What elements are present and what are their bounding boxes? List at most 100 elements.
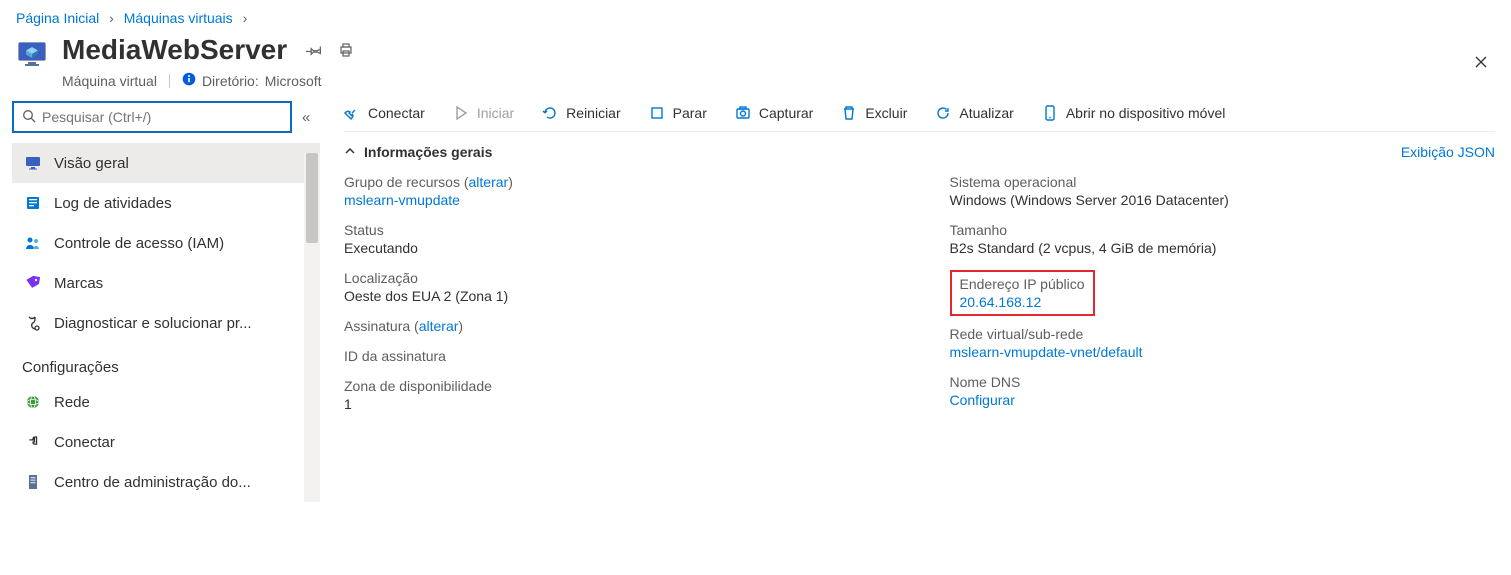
divider bbox=[344, 131, 1495, 132]
resource-group-link[interactable]: mslearn-vmupdate bbox=[344, 192, 460, 208]
capture-button[interactable]: Capturar bbox=[735, 105, 813, 121]
search-input[interactable] bbox=[42, 109, 282, 125]
separator bbox=[169, 74, 170, 88]
search-icon bbox=[22, 109, 36, 126]
sidebar-item-admin-center[interactable]: Centro de administração do... bbox=[12, 462, 320, 502]
close-icon[interactable] bbox=[1467, 48, 1495, 76]
sidebar-item-iam[interactable]: Controle de acesso (IAM) bbox=[12, 223, 320, 263]
delete-icon bbox=[841, 105, 857, 121]
public-ip-link[interactable]: 20.64.168.12 bbox=[960, 294, 1085, 310]
field-label: ID da assinatura bbox=[344, 348, 890, 364]
connect-icon bbox=[22, 434, 44, 450]
os-value: Windows (Windows Server 2016 Datacenter) bbox=[950, 192, 1496, 208]
pin-icon[interactable] bbox=[305, 41, 323, 59]
field-label: Endereço IP público bbox=[960, 276, 1085, 292]
button-label: Excluir bbox=[865, 105, 907, 121]
sidebar-item-label: Visão geral bbox=[54, 155, 129, 172]
sidebar-item-network[interactable]: Rede bbox=[12, 382, 320, 422]
sidebar-item-overview[interactable]: Visão geral bbox=[12, 143, 320, 183]
stop-icon bbox=[649, 105, 665, 121]
network-icon bbox=[22, 394, 44, 410]
button-label: Abrir no dispositivo móvel bbox=[1066, 105, 1226, 121]
page-header: MediaWebServer Máquina virtual Diretório… bbox=[0, 30, 1511, 97]
field-label: Tamanho bbox=[950, 222, 1496, 238]
sidebar-item-label: Rede bbox=[54, 394, 90, 411]
play-icon bbox=[453, 105, 469, 121]
vm-resource-icon bbox=[16, 38, 48, 70]
command-bar: Conectar Iniciar Reiniciar Parar bbox=[344, 97, 1495, 131]
open-mobile-button[interactable]: Abrir no dispositivo móvel bbox=[1042, 105, 1226, 121]
iam-icon bbox=[22, 235, 44, 251]
chevron-up-icon bbox=[344, 144, 356, 160]
sidebar-item-diagnose[interactable]: Diagnosticar e solucionar pr... bbox=[12, 303, 320, 343]
field-label: Sistema operacional bbox=[950, 174, 1496, 190]
vnet-link[interactable]: mslearn-vmupdate-vnet/default bbox=[950, 344, 1143, 360]
sidebar-item-connect[interactable]: Conectar bbox=[12, 422, 320, 462]
button-label: Atualizar bbox=[959, 105, 1013, 121]
stop-button[interactable]: Parar bbox=[649, 105, 707, 121]
sidebar-item-label: Centro de administração do... bbox=[54, 474, 251, 491]
mobile-icon bbox=[1042, 105, 1058, 121]
collapse-sidebar-icon[interactable]: « bbox=[302, 109, 310, 126]
size-value: B2s Standard (2 vcpus, 4 GiB de memória) bbox=[950, 240, 1496, 256]
server-icon bbox=[22, 474, 44, 490]
button-label: Parar bbox=[673, 105, 707, 121]
monitor-icon bbox=[22, 155, 44, 171]
zone-value: 1 bbox=[344, 396, 890, 412]
chevron-right-icon: › bbox=[109, 10, 114, 26]
scrollbar-thumb[interactable] bbox=[306, 153, 318, 243]
diagnose-icon bbox=[22, 315, 44, 331]
change-subscription-link[interactable]: alterar bbox=[419, 318, 459, 334]
page-title: MediaWebServer bbox=[62, 34, 287, 66]
dns-configure-link[interactable]: Configurar bbox=[950, 392, 1015, 408]
connect-icon bbox=[344, 105, 360, 121]
button-label: Conectar bbox=[368, 105, 425, 121]
field-label: Assinatura (alterar) bbox=[344, 318, 890, 334]
start-button: Iniciar bbox=[453, 105, 514, 121]
sidebar-item-label: Controle de acesso (IAM) bbox=[54, 235, 224, 252]
sidebar-item-tags[interactable]: Marcas bbox=[12, 263, 320, 303]
restart-button[interactable]: Reiniciar bbox=[542, 105, 620, 121]
field-label: Nome DNS bbox=[950, 374, 1496, 390]
breadcrumb-home[interactable]: Página Inicial bbox=[16, 10, 99, 26]
breadcrumb-vms[interactable]: Máquinas virtuais bbox=[124, 10, 233, 26]
activity-log-icon bbox=[22, 195, 44, 211]
main-content: Conectar Iniciar Reiniciar Parar bbox=[320, 97, 1511, 502]
sidebar: « Visão geral Log de atividades bbox=[0, 97, 320, 502]
sidebar-item-label: Marcas bbox=[54, 275, 103, 292]
sidebar-section-settings: Configurações bbox=[12, 343, 320, 382]
sidebar-item-label: Log de atividades bbox=[54, 195, 172, 212]
nav-list: Visão geral Log de atividades Controle d… bbox=[12, 143, 320, 502]
breadcrumb: Página Inicial › Máquinas virtuais › bbox=[0, 0, 1511, 30]
essentials-grid: Grupo de recursos (alterar) mslearn-vmup… bbox=[344, 174, 1495, 426]
field-label: Status bbox=[344, 222, 890, 238]
status-value: Executando bbox=[344, 240, 890, 256]
refresh-button[interactable]: Atualizar bbox=[935, 105, 1013, 121]
restart-icon bbox=[542, 105, 558, 121]
field-label: Rede virtual/sub-rede bbox=[950, 326, 1496, 342]
public-ip-highlight: Endereço IP público 20.64.168.12 bbox=[950, 270, 1095, 316]
field-label: Zona de disponibilidade bbox=[344, 378, 890, 394]
sidebar-item-activity-log[interactable]: Log de atividades bbox=[12, 183, 320, 223]
connect-button[interactable]: Conectar bbox=[344, 105, 425, 121]
sidebar-search[interactable] bbox=[12, 101, 292, 133]
info-icon bbox=[182, 72, 196, 89]
refresh-icon bbox=[935, 105, 951, 121]
change-resource-group-link[interactable]: alterar bbox=[469, 174, 509, 190]
tag-icon bbox=[22, 275, 44, 291]
directory-value: Microsoft bbox=[265, 73, 322, 89]
capture-icon bbox=[735, 105, 751, 121]
sidebar-item-label: Conectar bbox=[54, 434, 115, 451]
sidebar-item-label: Diagnosticar e solucionar pr... bbox=[54, 315, 252, 332]
json-view-link[interactable]: Exibição JSON bbox=[1401, 144, 1495, 160]
field-label: Grupo de recursos (alterar) bbox=[344, 174, 890, 190]
print-icon[interactable] bbox=[337, 41, 355, 59]
location-value: Oeste dos EUA 2 (Zona 1) bbox=[344, 288, 890, 304]
button-label: Iniciar bbox=[477, 105, 514, 121]
essentials-title-label: Informações gerais bbox=[364, 144, 492, 160]
field-label: Localização bbox=[344, 270, 890, 286]
resource-type-label: Máquina virtual bbox=[62, 73, 157, 89]
essentials-toggle[interactable]: Informações gerais bbox=[344, 144, 492, 160]
chevron-right-icon: › bbox=[243, 10, 248, 26]
delete-button[interactable]: Excluir bbox=[841, 105, 907, 121]
